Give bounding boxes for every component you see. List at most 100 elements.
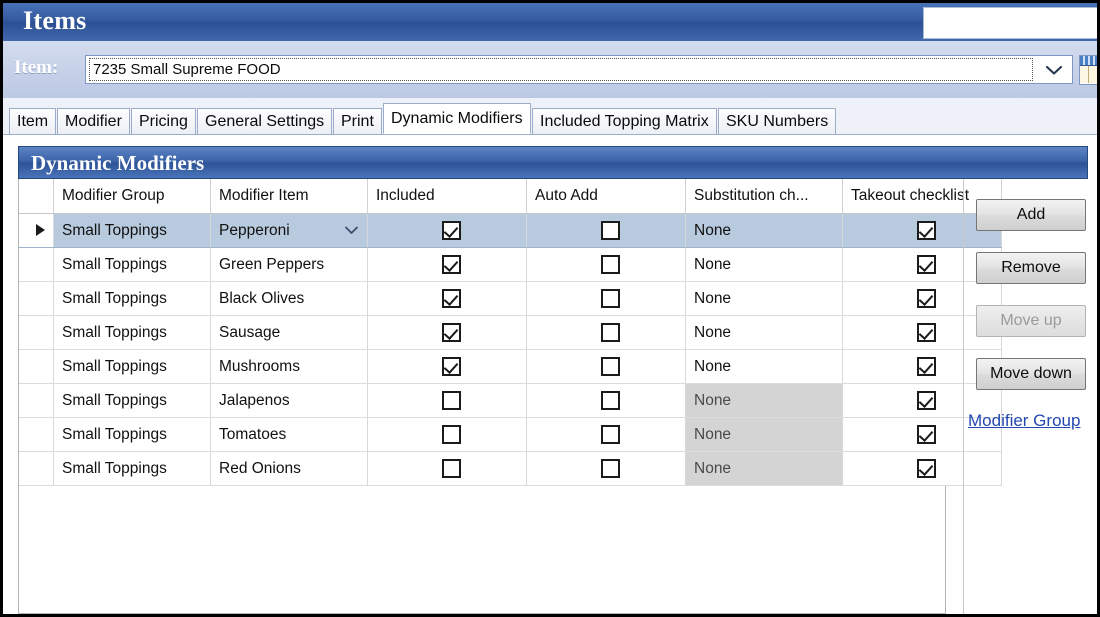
takeout-checklist-checkbox[interactable] bbox=[916, 289, 936, 308]
tab-item[interactable]: Item bbox=[9, 108, 57, 134]
cell-modifier-item[interactable]: Mushrooms bbox=[210, 349, 368, 384]
included-checkbox[interactable] bbox=[441, 425, 461, 444]
cell-modifier-group[interactable]: Small Toppings bbox=[53, 349, 211, 384]
takeout-checklist-checkbox[interactable] bbox=[916, 323, 936, 342]
included-cell[interactable] bbox=[367, 247, 527, 282]
tab-included-topping-matrix[interactable]: Included Topping Matrix bbox=[532, 108, 717, 134]
cell-substitution-charge[interactable]: None bbox=[685, 315, 843, 350]
tab-print[interactable]: Print bbox=[333, 108, 382, 134]
table-row[interactable]: Small Toppings Sausage None bbox=[19, 315, 1002, 350]
grid-column-header[interactable]: Modifier Item bbox=[210, 179, 368, 214]
row-selector-cell[interactable] bbox=[19, 281, 54, 316]
cell-substitution-charge[interactable]: None bbox=[685, 247, 843, 282]
table-row[interactable]: Small Toppings Tomatoes None bbox=[19, 417, 1002, 452]
auto-add-cell[interactable] bbox=[526, 383, 686, 418]
row-selector-cell[interactable] bbox=[19, 213, 54, 248]
included-cell[interactable] bbox=[367, 451, 527, 486]
add-button[interactable]: Add bbox=[976, 199, 1086, 231]
chevron-down-icon[interactable] bbox=[1035, 56, 1072, 83]
table-row[interactable]: Small Toppings Pepperoni None bbox=[19, 213, 1002, 248]
auto-add-cell[interactable] bbox=[526, 417, 686, 452]
table-row[interactable]: Small Toppings Black Olives None bbox=[19, 281, 1002, 316]
included-cell[interactable] bbox=[367, 315, 527, 350]
cell-modifier-group[interactable]: Small Toppings bbox=[53, 383, 211, 418]
cell-modifier-item[interactable]: Sausage bbox=[210, 315, 368, 350]
tab-dynamic-modifiers[interactable]: Dynamic Modifiers bbox=[383, 103, 531, 134]
included-cell[interactable] bbox=[367, 213, 527, 248]
tab-modifier[interactable]: Modifier bbox=[57, 108, 130, 134]
row-selector-cell[interactable] bbox=[19, 315, 54, 350]
auto-add-cell[interactable] bbox=[526, 315, 686, 350]
cell-modifier-group[interactable]: Small Toppings bbox=[53, 315, 211, 350]
grid-column-header[interactable]: Substitution ch... bbox=[685, 179, 843, 214]
takeout-checklist-checkbox[interactable] bbox=[916, 255, 936, 274]
table-row[interactable]: Small Toppings Mushrooms None bbox=[19, 349, 1002, 384]
auto-add-checkbox[interactable] bbox=[600, 323, 620, 342]
move-down-button[interactable]: Move down bbox=[976, 358, 1086, 390]
included-checkbox[interactable] bbox=[441, 221, 461, 240]
remove-button[interactable]: Remove bbox=[976, 252, 1086, 284]
table-row[interactable]: Small Toppings Jalapenos None bbox=[19, 383, 1002, 418]
auto-add-checkbox[interactable] bbox=[600, 255, 620, 274]
takeout-checklist-checkbox[interactable] bbox=[916, 221, 936, 240]
included-cell[interactable] bbox=[367, 417, 527, 452]
cell-modifier-group[interactable]: Small Toppings bbox=[53, 451, 211, 486]
included-cell[interactable] bbox=[367, 281, 527, 316]
cell-substitution-charge[interactable]: None bbox=[685, 213, 843, 248]
table-row[interactable]: Small Toppings Green Peppers None bbox=[19, 247, 1002, 282]
chevron-down-icon[interactable] bbox=[344, 222, 359, 240]
tab-pricing[interactable]: Pricing bbox=[131, 108, 196, 134]
grid-column-header[interactable]: Auto Add bbox=[526, 179, 686, 214]
cell-modifier-item[interactable]: Black Olives bbox=[210, 281, 368, 316]
auto-add-checkbox[interactable] bbox=[600, 289, 620, 308]
cell-substitution-charge[interactable]: None bbox=[685, 349, 843, 384]
cell-modifier-group[interactable]: Small Toppings bbox=[53, 281, 211, 316]
auto-add-cell[interactable] bbox=[526, 281, 686, 316]
cell-modifier-group[interactable]: Small Toppings bbox=[53, 417, 211, 452]
cell-modifier-group[interactable]: Small Toppings bbox=[53, 213, 211, 248]
row-selector-cell[interactable] bbox=[19, 349, 54, 384]
takeout-checklist-checkbox[interactable] bbox=[916, 425, 936, 444]
included-checkbox[interactable] bbox=[441, 323, 461, 342]
tab-general-settings[interactable]: General Settings bbox=[197, 108, 333, 134]
auto-add-checkbox[interactable] bbox=[600, 459, 620, 478]
cell-modifier-item[interactable]: Jalapenos bbox=[210, 383, 368, 418]
cell-modifier-item[interactable]: Green Peppers bbox=[210, 247, 368, 282]
row-selector-header bbox=[19, 179, 54, 214]
table-grid-icon[interactable] bbox=[1079, 55, 1097, 85]
modifier-group-link[interactable]: Modifier Group bbox=[968, 411, 1080, 431]
cell-modifier-group[interactable]: Small Toppings bbox=[53, 247, 211, 282]
row-selector-cell[interactable] bbox=[19, 383, 54, 418]
takeout-checklist-checkbox[interactable] bbox=[916, 391, 936, 410]
auto-add-checkbox[interactable] bbox=[600, 391, 620, 410]
takeout-checklist-checkbox[interactable] bbox=[916, 357, 936, 376]
cell-modifier-item[interactable]: Tomatoes bbox=[210, 417, 368, 452]
included-checkbox[interactable] bbox=[441, 255, 461, 274]
included-cell[interactable] bbox=[367, 383, 527, 418]
included-checkbox[interactable] bbox=[441, 357, 461, 376]
included-cell[interactable] bbox=[367, 349, 527, 384]
item-combobox[interactable] bbox=[85, 55, 1073, 84]
row-selector-cell[interactable] bbox=[19, 247, 54, 282]
auto-add-checkbox[interactable] bbox=[600, 425, 620, 444]
auto-add-cell[interactable] bbox=[526, 349, 686, 384]
grid-column-header[interactable]: Modifier Group bbox=[53, 179, 211, 214]
row-selector-cell[interactable] bbox=[19, 451, 54, 486]
cell-substitution-charge[interactable]: None bbox=[685, 281, 843, 316]
row-selector-cell[interactable] bbox=[19, 417, 54, 452]
auto-add-cell[interactable] bbox=[526, 247, 686, 282]
cell-modifier-item[interactable]: Red Onions bbox=[210, 451, 368, 486]
auto-add-cell[interactable] bbox=[526, 451, 686, 486]
grid-column-header[interactable]: Included bbox=[367, 179, 527, 214]
auto-add-checkbox[interactable] bbox=[600, 221, 620, 240]
cell-modifier-item[interactable]: Pepperoni bbox=[210, 213, 368, 248]
table-row[interactable]: Small Toppings Red Onions None bbox=[19, 451, 1002, 486]
included-checkbox[interactable] bbox=[441, 459, 461, 478]
auto-add-cell[interactable] bbox=[526, 213, 686, 248]
auto-add-checkbox[interactable] bbox=[600, 357, 620, 376]
item-input[interactable] bbox=[89, 58, 1033, 81]
included-checkbox[interactable] bbox=[441, 289, 461, 308]
tab-sku-numbers[interactable]: SKU Numbers bbox=[718, 108, 837, 134]
takeout-checklist-checkbox[interactable] bbox=[916, 459, 936, 478]
included-checkbox[interactable] bbox=[441, 391, 461, 410]
